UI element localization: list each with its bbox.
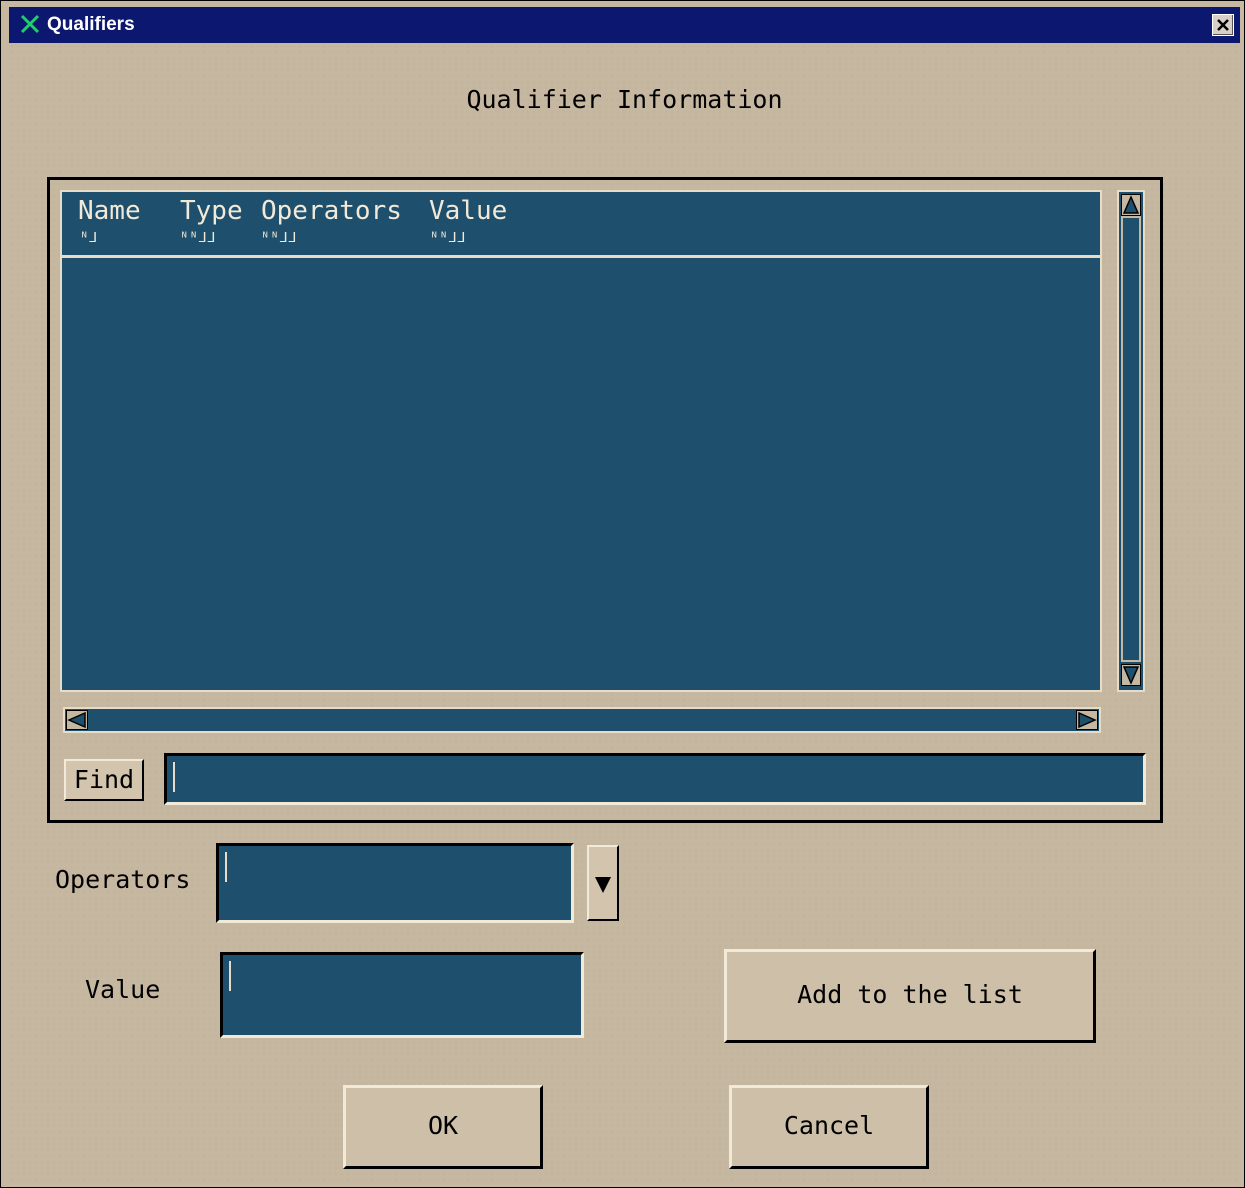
list-header: Name ᴺ⅃ Type ᴺᴺ⅃⅃ Operators ᴺᴺ⅃⅃ Value ᴺ… [62, 192, 1100, 258]
add-to-list-button[interactable]: Add to the list [724, 949, 1096, 1043]
find-input[interactable] [164, 753, 1146, 805]
arrow-down-icon [1122, 666, 1140, 685]
column-marker-name: ᴺ⅃ [80, 230, 99, 246]
find-button[interactable]: Find [64, 759, 144, 801]
scroll-down-button[interactable] [1121, 664, 1141, 686]
scroll-left-button[interactable] [66, 710, 88, 730]
value-label: Value [85, 975, 161, 1004]
x-logo-icon [20, 14, 40, 34]
operators-input[interactable] [216, 843, 574, 923]
dialog-heading: Qualifier Information [466, 85, 783, 114]
scroll-up-button[interactable] [1121, 194, 1141, 216]
column-marker-type: ᴺᴺ⅃⅃ [180, 230, 217, 246]
column-header-type[interactable]: Type [180, 196, 243, 226]
column-header-name[interactable]: Name [78, 196, 141, 226]
window-title: Qualifiers [47, 14, 135, 35]
chevron-down-icon [595, 877, 611, 893]
scroll-right-button[interactable] [1076, 710, 1098, 730]
dialog-body: Qualifier Information Name ᴺ⅃ Type ᴺᴺ⅃⅃ … [9, 43, 1240, 1183]
qualifier-list[interactable]: Name ᴺ⅃ Type ᴺᴺ⅃⅃ Operators ᴺᴺ⅃⅃ Value ᴺ… [60, 190, 1102, 692]
close-icon [1217, 19, 1229, 31]
column-marker-value: ᴺᴺ⅃⅃ [430, 230, 467, 246]
column-header-operators[interactable]: Operators [261, 196, 402, 226]
vertical-scrollbar[interactable] [1117, 190, 1145, 692]
arrow-left-icon [67, 711, 86, 729]
value-input[interactable] [220, 952, 584, 1038]
close-button[interactable] [1212, 14, 1234, 36]
operators-dropdown-button[interactable] [587, 845, 619, 921]
arrow-right-icon [1078, 711, 1097, 729]
ok-button[interactable]: OK [343, 1085, 543, 1169]
cancel-button[interactable]: Cancel [729, 1085, 929, 1169]
title-bar[interactable]: Qualifiers [9, 7, 1240, 43]
arrow-up-icon [1122, 195, 1140, 214]
qualifiers-window: Qualifiers Qualifier Information Name ᴺ⅃… [0, 0, 1245, 1188]
text-cursor-icon [229, 961, 237, 991]
horizontal-scrollbar[interactable] [63, 707, 1101, 733]
text-cursor-icon [173, 762, 181, 792]
text-cursor-icon [225, 852, 233, 882]
vertical-scroll-track[interactable] [1121, 216, 1141, 662]
column-header-value[interactable]: Value [429, 196, 507, 226]
operators-label: Operators [55, 865, 191, 894]
column-marker-operators: ᴺᴺ⅃⅃ [261, 230, 298, 246]
